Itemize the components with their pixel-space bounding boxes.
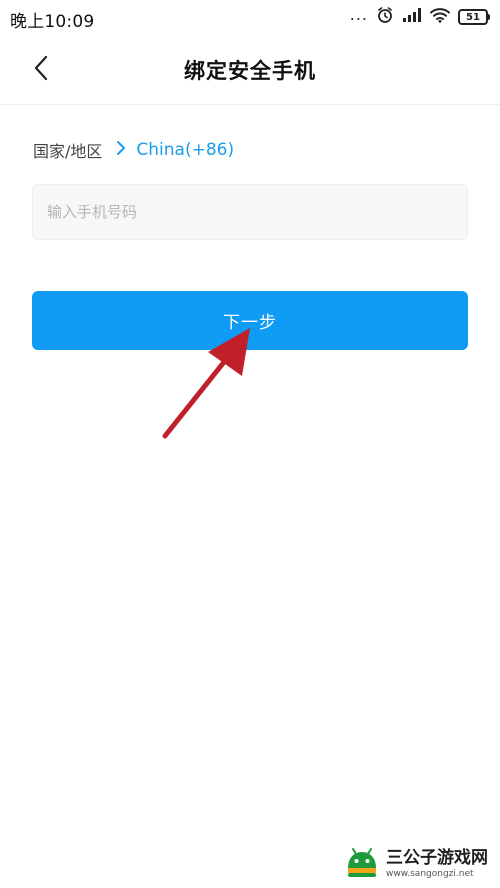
status-bar: 晚上10:09 ... 51 bbox=[0, 0, 500, 36]
region-value: China(+86) bbox=[136, 140, 235, 160]
phone-number-input[interactable] bbox=[32, 184, 468, 240]
wifi-icon bbox=[430, 7, 450, 27]
page-title: 绑定安全手机 bbox=[184, 59, 316, 83]
watermark-title: 三公子游戏网 bbox=[386, 848, 488, 868]
battery-icon: 51 bbox=[458, 9, 490, 25]
region-row: 国家/地区 China(+86) bbox=[33, 138, 234, 162]
annotation-arrow-icon bbox=[162, 328, 250, 439]
region-label: 国家/地区 bbox=[33, 142, 103, 161]
status-time: 晚上10:09 bbox=[10, 12, 95, 32]
region-selector[interactable]: China(+86) bbox=[116, 140, 234, 160]
alarm-icon bbox=[376, 6, 394, 28]
watermark: 三公子游戏网 www.sangongzi.net bbox=[344, 846, 488, 882]
more-notifications-icon: ... bbox=[349, 5, 368, 24]
chevron-right-icon bbox=[116, 140, 126, 160]
signal-icon bbox=[402, 7, 422, 27]
next-button[interactable]: 下一步 bbox=[32, 291, 468, 350]
status-icons: ... 51 bbox=[349, 5, 490, 28]
header: 绑定安全手机 bbox=[0, 36, 500, 105]
watermark-url: www.sangongzi.net bbox=[386, 869, 474, 879]
android-logo-icon bbox=[344, 846, 380, 882]
